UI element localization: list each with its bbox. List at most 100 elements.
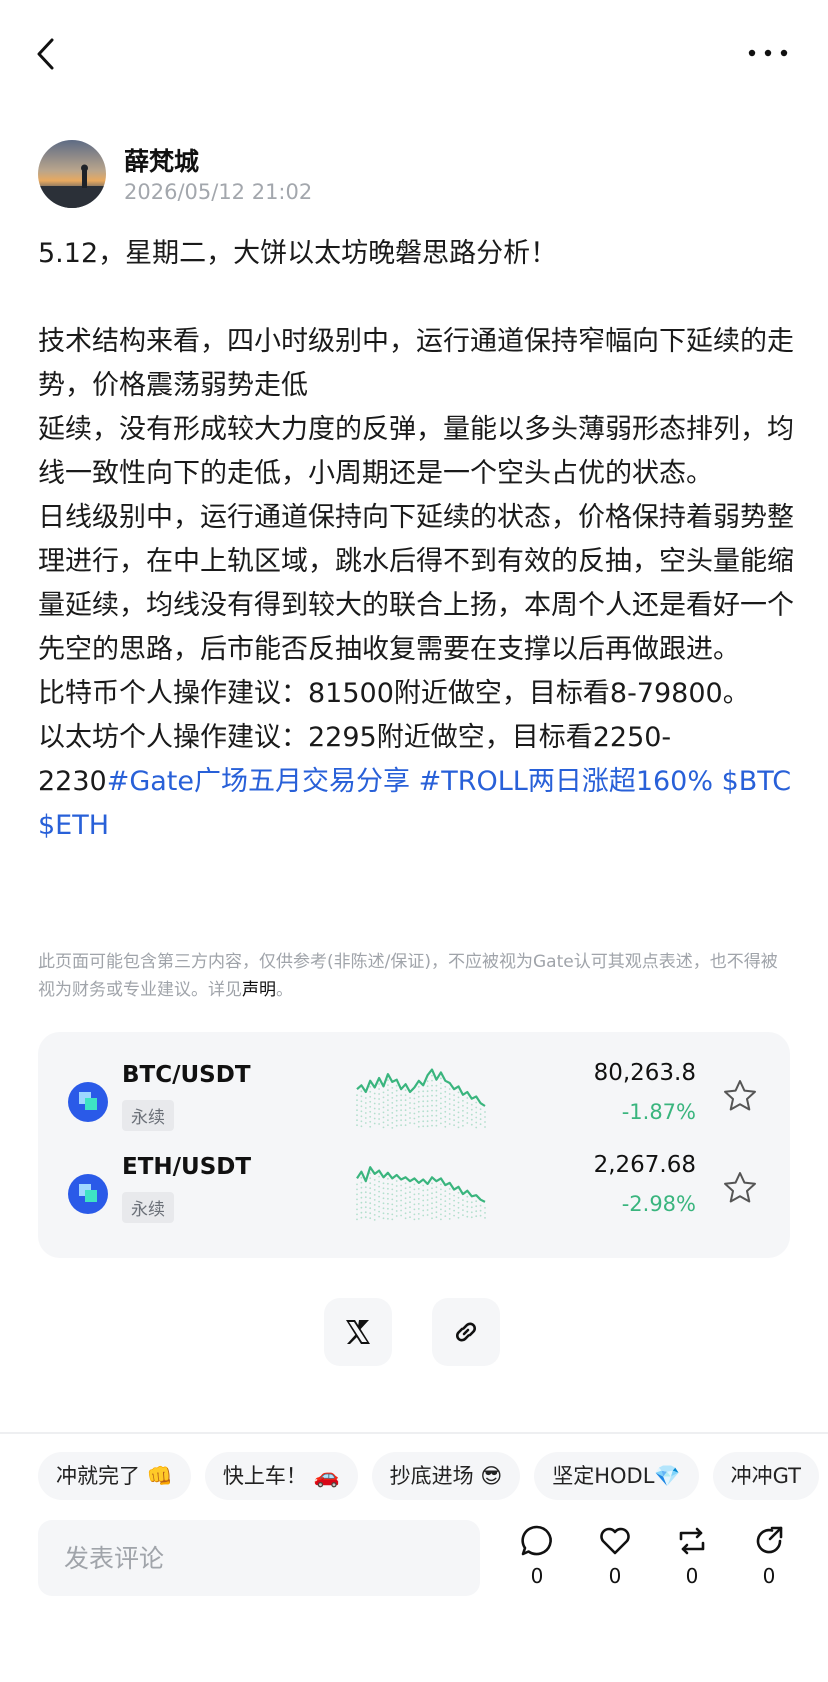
sparkline-fill-dot [395, 1185, 398, 1187]
sparkline-fill-dot [387, 1104, 389, 1106]
sparkline-fill-dot [404, 1212, 407, 1215]
sparkline-fill-dot [453, 1124, 455, 1127]
sparkline-fill-dot [426, 1110, 429, 1113]
sparkline-fill-dot [400, 1104, 402, 1107]
author-name[interactable]: 薛梵城 [124, 142, 199, 178]
sparkline-fill-dot [378, 1200, 380, 1203]
sparkline-fill-dot [387, 1177, 389, 1180]
sparkline-fill-dot [409, 1112, 411, 1114]
sparkline-fill-dot [484, 1121, 486, 1123]
sparkline-fill-dot [413, 1183, 416, 1186]
sparkline-fill-dot [479, 1113, 482, 1116]
sparkline-fill-dot [431, 1207, 433, 1210]
sparkline-fill-dot [435, 1119, 438, 1122]
star-icon[interactable] [722, 1170, 758, 1206]
sparkline-fill-dot [426, 1194, 429, 1196]
sparkline-fill-dot [356, 1203, 358, 1206]
sparkline-fill-dot [479, 1108, 482, 1111]
sparkline-fill-dot [440, 1102, 442, 1105]
sparkline-fill-dot [373, 1122, 376, 1125]
copy-link-button[interactable] [432, 1298, 500, 1366]
sparkline-fill-dot [448, 1213, 451, 1215]
sparkline-fill-dot [457, 1211, 460, 1214]
avatar[interactable] [38, 140, 106, 208]
sparkline-fill-dot [417, 1213, 420, 1215]
sparkline-fill-dot [387, 1187, 389, 1190]
sparkline-fill-dot [387, 1192, 389, 1195]
cashtag-btc[interactable]: $BTC [722, 766, 791, 797]
more-button[interactable] [738, 38, 798, 68]
sparkline-fill-dot [448, 1108, 451, 1110]
hashtag-gate-share[interactable]: #Gate广场五月交易分享 [107, 766, 410, 797]
sparkline-fill-dot [364, 1112, 367, 1114]
disclaimer: 此页面可能包含第三方内容，仅供参考(非陈述/保证)，不应被视为Gate认可其观点… [38, 948, 778, 1004]
sparkline-fill-dot [413, 1213, 416, 1216]
quick-reply-chip[interactable]: 抄底进场 😎 [371, 1452, 521, 1500]
sparkline-fill-dot [435, 1099, 438, 1102]
repost-icon [679, 1527, 705, 1555]
sparkline-fill-dot [457, 1216, 460, 1219]
comment-count: 0 [530, 1564, 544, 1588]
quick-reply-chip[interactable]: 坚定HODL💎 [534, 1452, 699, 1500]
sparkline-fill-dot [382, 1212, 385, 1215]
sparkline-fill-dot [364, 1122, 367, 1124]
share-button[interactable]: 0 [744, 1524, 794, 1604]
sparkline-fill-dot [400, 1124, 402, 1127]
sparkline-fill-dot [409, 1191, 411, 1194]
comment-input[interactable] [38, 1520, 480, 1596]
sparkline-fill-dot [417, 1125, 420, 1128]
sparkline-fill-dot [431, 1182, 433, 1185]
sparkline-fill-dot [422, 1115, 425, 1118]
disclaimer-end: 。 [276, 980, 293, 1000]
sparkline-fill-dot [475, 1210, 478, 1213]
sparkline-fill-dot [435, 1084, 438, 1087]
hashtag-troll[interactable]: #TROLL两日涨超160% [419, 766, 713, 797]
sparkline-fill-dot [417, 1110, 420, 1113]
sparkline-fill-dot [417, 1203, 420, 1205]
market-row-btc[interactable]: BTC/USDT 永续 80,263.8 -1.87% [38, 1060, 790, 1152]
quick-reply-chips: 冲就完了 👊 快上车！ 🚗 抄底进场 😎 坚定HODL💎 冲冲GT [38, 1452, 828, 1500]
statement-link[interactable]: 声明 [242, 980, 276, 1000]
sparkline-fill-dot [435, 1186, 438, 1189]
sparkline-fill-dot [400, 1094, 402, 1097]
sparkline-fill-dot [364, 1216, 367, 1219]
sparkline-fill-dot [356, 1104, 358, 1107]
repost-button[interactable]: 0 [667, 1524, 717, 1604]
sparkline-fill-dot [422, 1184, 425, 1187]
quick-reply-chip[interactable]: 快上车！ 🚗 [204, 1452, 358, 1500]
post-paragraph: 延续，没有形成较大力度的反弹，量能以多头薄弱形态排列，均线一致性向下的走低，小周… [38, 414, 794, 489]
sparkline-fill-dot [391, 1122, 394, 1124]
sparkline-fill-dot [409, 1206, 411, 1209]
sparkline-fill-dot [457, 1096, 460, 1099]
sparkline-fill-dot [360, 1191, 363, 1194]
sparkline-fill-dot [369, 1177, 372, 1180]
sparkline-fill-dot [470, 1211, 473, 1214]
cashtag-eth[interactable]: $ETH [38, 810, 109, 841]
quick-reply-chip[interactable]: 冲冲GT [712, 1452, 819, 1500]
sparkline-fill-dot [400, 1184, 402, 1187]
sparkline-fill-dot [435, 1089, 438, 1092]
sparkline-fill-dot [356, 1094, 358, 1097]
like-button[interactable]: 0 [590, 1524, 640, 1604]
like-count: 0 [608, 1564, 622, 1588]
sparkline-fill-dot [448, 1188, 451, 1190]
quick-reply-chip[interactable]: 冲就完了 👊 [38, 1452, 191, 1500]
post-content: 5.12，星期二，大饼以太坊晚磐思路分析！ 技术结构来看，四小时级别中，运行通道… [38, 232, 798, 848]
back-button[interactable] [34, 30, 74, 78]
comment-button[interactable]: 0 [512, 1524, 562, 1604]
sparkline-fill-dot [378, 1175, 380, 1178]
sparkline-fill-dot [395, 1124, 398, 1127]
share-arrow-icon [756, 1526, 783, 1554]
sparkline-fill-dot [431, 1099, 433, 1102]
sparkline-fill-dot [453, 1209, 455, 1212]
sparkline-fill-dot [444, 1100, 447, 1103]
share-x-button[interactable] [324, 1298, 392, 1366]
star-icon[interactable] [722, 1078, 758, 1114]
sparkline-fill-dot [409, 1117, 411, 1119]
sparkline-fill-dot [373, 1209, 376, 1211]
sparkline-fill-dot [462, 1114, 464, 1117]
sparkline-fill-dot [356, 1114, 358, 1117]
contract-type-badge: 永续 [122, 1100, 174, 1131]
market-row-eth[interactable]: ETH/USDT 永续 2,267.68 -2.98% [38, 1152, 790, 1244]
sparkline-fill-dot [457, 1191, 460, 1194]
